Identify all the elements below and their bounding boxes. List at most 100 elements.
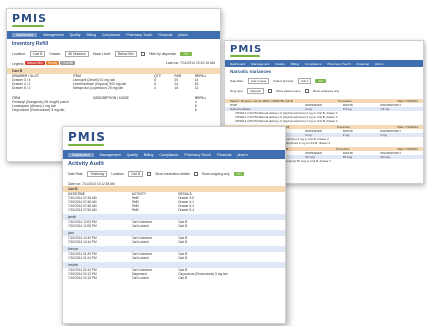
cell-datetime: 7/10/2014 12:05 PM [68,224,97,228]
audit-filters: Date Rate: Yesterday Location: Cart B Sh… [63,169,285,179]
logo-wordmark: PMIS [12,12,48,25]
legend-overfill: Overfill [60,61,75,65]
cell-discrepancy: 1.5 mg [380,107,390,111]
cell-datetime: 7/10/2014 02:15 PM [68,276,97,280]
cell-drawer: Drawer 5 / 2 [12,86,31,90]
nav-dashboard[interactable]: Dashboard [12,33,38,37]
show-outgoing-checkbox[interactable] [193,172,198,176]
location-select[interactable]: Cart B [128,171,144,177]
go-button[interactable]: GO [180,52,192,56]
location-select[interactable]: Cart B [29,51,46,57]
cell-activity: Refill [131,208,139,212]
show-variances-label: Show variances only [312,89,340,93]
stock-select[interactable]: Below Min [115,51,137,57]
page-title: Narcotic Variances [230,69,272,74]
table-row[interactable]: 7/10/2014 07:50 AM Refill Drawer 5-4 [63,208,285,212]
go-button[interactable]: GO [233,172,245,176]
legend-below-min: Below Min [25,61,45,65]
nav-compliance[interactable]: Compliance [159,153,178,157]
table-row[interactable]: 7/10/2014 12:44 PM Cart Locked Cart B [63,240,285,244]
nav-financial[interactable]: Financial [158,33,172,37]
nav-billing[interactable]: Billing [86,33,95,37]
app-logo[interactable]: PMIS [7,9,220,28]
table-row[interactable]: 7/10/2014 02:15 PM Cart Locked Cart B [63,276,285,280]
nav-compliance[interactable]: Compliance [305,62,321,66]
nav-compliance[interactable]: Compliance [102,33,120,37]
date-select[interactable]: Last 1 week [247,78,270,84]
nav-quality[interactable]: Quality [275,62,285,66]
nav-user-menu[interactable]: pharm [237,153,247,157]
date-label: Date Rate: [230,79,244,83]
nav-pharmacy-touch[interactable]: Pharmacy Touch [327,62,350,66]
audit-group: mwhite 7/10/2014 02:10 PM Cart Unlocked Ca… [63,262,285,280]
unit-select[interactable]: Unit 1 [297,78,312,84]
filter-label: Filter by dispenser [148,52,177,56]
logo-swoosh-icon [230,55,260,57]
nav-billing[interactable]: Billing [144,153,154,157]
nav-dashboard[interactable]: Dashboard [230,62,245,66]
drawer-select[interactable]: All Drawers [65,51,89,57]
nav-dashboard[interactable]: Dashboard [68,152,94,157]
show-details-checkbox[interactable] [147,172,152,176]
drug-select[interactable]: Narcotic [247,88,264,94]
nav-quality[interactable]: Quality [127,153,138,157]
audit-group: kbrown 7/10/2014 01:20 PM Cart Unlocked Ca… [63,246,285,260]
cell-details: Drawer 5-4 [178,208,194,212]
activity-audit-window: PMIS Dashboard Management Quality Billin… [62,126,286,324]
logo-swoosh-icon [68,144,104,146]
drug-label: Drug type: [230,89,244,93]
nav-user-menu[interactable]: pharm [178,33,188,37]
cell-details: Cart B [178,224,188,228]
narcotic-filters-2: Drug type: Narcotic Show patient name Sh… [225,86,423,96]
table-row[interactable]: 7/10/2014 12:05 PM Cart Locked Cart B [63,224,285,228]
cell-details: Cart B [178,240,188,244]
date-label: Date Rate: [68,172,84,176]
cell-item: Metoprolol (Lopressor) 25 mg tab [72,86,124,90]
nav-pharmacy-touch[interactable]: Pharmacy Touch [184,153,211,157]
main-nav: Dashboard Management Quality Billing Com… [225,60,423,67]
cell-datetime: 7/10/2014 07:50 AM [68,208,97,212]
cell-item: Oxycodone (Roxicodone) 5 mg tab [12,108,65,112]
show-patient-checkbox[interactable] [267,89,272,93]
nav-financial[interactable]: Financial [217,153,231,157]
cell-waste: 0.5 mg [342,107,352,111]
cell-activity: Cart Locked [131,256,149,260]
cell-qty: 4 [154,86,156,90]
table-row[interactable]: Oxycodone (Roxicodone) 5 mg tab 6 [7,108,220,112]
detail-line: 7/8/2014 4:05 PM Manual delivery of (Hyd… [235,119,338,123]
nav-user-menu[interactable]: pharm [375,62,384,66]
cell-activity: Cart Locked [131,240,149,244]
cell-discrepancy: 2 mg [380,133,387,137]
app-logo[interactable]: PMIS [225,41,423,58]
show-patient-label: Show patient name [275,89,301,93]
last-run-text: Last run: 7/11/2014 10:22:15 AM [166,61,215,65]
date-select[interactable]: Yesterday [87,171,108,177]
table-row[interactable]: Drawer 5 / 2 Metoprolol (Lopressor) 25 m… [7,86,220,90]
filter-checkbox[interactable] [140,52,145,56]
show-details-label: Show medication details [155,172,190,176]
cell-activity: Cart Locked [131,276,149,280]
app-logo[interactable]: PMIS [63,127,285,147]
logo-wordmark: PMIS [68,130,106,144]
table-row[interactable]: 7/10/2014 01:24 PM Cart Locked Cart B [63,256,285,260]
nav-management[interactable]: Management [43,33,63,37]
nav-quality[interactable]: Quality [70,33,81,37]
cell-waste: 25 mcg [342,155,353,159]
page-title: Inventory Refill [12,41,49,47]
nav-financial[interactable]: Financial [356,62,368,66]
cell-refill: 12 [194,86,199,90]
show-variances-checkbox[interactable] [304,89,309,93]
stock-label: Stock Level: [92,52,112,56]
cell-waste: 2 mg [342,133,350,137]
nav-billing[interactable]: Billing [291,62,299,66]
cell-details: Cart B [178,276,188,280]
nav-management[interactable]: Management [100,153,121,157]
cell-datetime: 7/10/2014 12:44 PM [68,240,97,244]
nav-pharmacy-touch[interactable]: Pharmacy Touch [126,33,152,37]
nav-management[interactable]: Management [251,62,269,66]
cell-refill: 6 [194,108,197,112]
cell-activity: Cart Locked [131,224,149,228]
go-button[interactable]: GO [315,79,326,83]
cell-discrepancy: 25 mcg [380,155,390,159]
show-outgoing-label: Show outgoing only [201,172,230,176]
